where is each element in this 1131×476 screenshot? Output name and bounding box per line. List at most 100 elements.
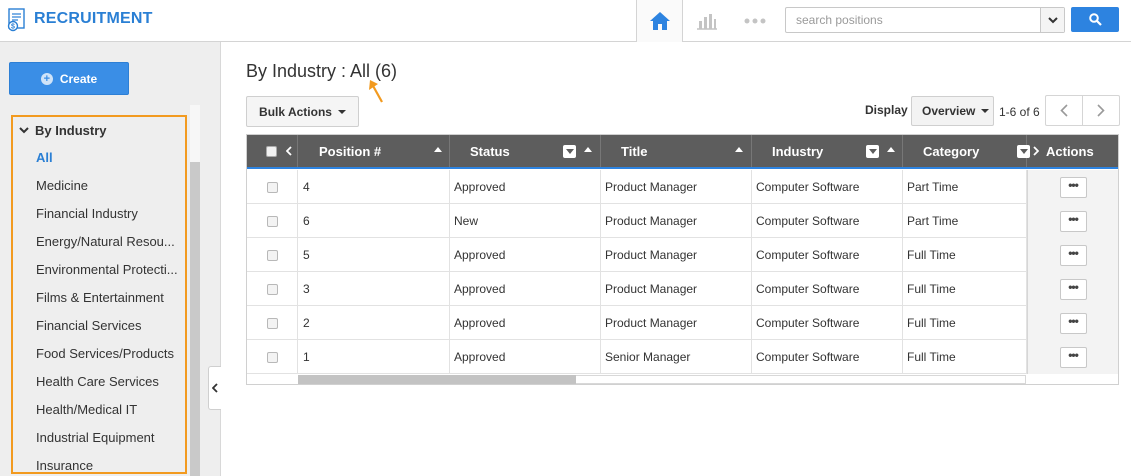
row-select-cell	[247, 170, 298, 204]
chevron-down-icon	[1047, 16, 1058, 23]
row-checkbox[interactable]	[266, 351, 278, 363]
caret-down-icon	[981, 109, 990, 113]
home-nav-button[interactable]	[636, 0, 683, 42]
position-cell: 5	[298, 238, 450, 272]
status-cell: New	[450, 204, 601, 238]
app-title: RECRUITMENT	[34, 10, 153, 27]
table-header: Position # Status Title Industry Categor…	[247, 135, 1118, 169]
create-button[interactable]: + Create	[9, 62, 129, 95]
paging-text: 1-6 of 6	[999, 105, 1040, 119]
industry-cell: Computer Software	[752, 306, 903, 340]
table-row[interactable]: 3 Approved Product Manager Computer Soft…	[247, 272, 1118, 306]
sidebar-item-financial-industry[interactable]: Financial Industry	[36, 206, 181, 221]
sidebar-item-films[interactable]: Films & Entertainment	[36, 290, 181, 305]
sidebar-item-insurance[interactable]: Insurance	[36, 458, 181, 472]
more-dots-icon	[744, 18, 766, 24]
filter-icon[interactable]	[563, 145, 576, 158]
sidebar-scrollbar-thumb[interactable]	[190, 162, 200, 476]
title-cell: Senior Manager	[601, 340, 752, 374]
row-checkbox[interactable]	[266, 249, 278, 261]
title-cell: Product Manager	[601, 272, 752, 306]
position-cell: 1	[298, 340, 450, 374]
search-button[interactable]	[1071, 7, 1119, 32]
industry-cell: Computer Software	[752, 238, 903, 272]
row-actions-button[interactable]: •••	[1059, 278, 1087, 300]
row-checkbox[interactable]	[266, 283, 278, 295]
sidebar-item-all[interactable]: All	[36, 150, 181, 165]
status-cell: Approved	[450, 340, 601, 374]
row-actions-button[interactable]: •••	[1059, 346, 1087, 368]
category-cell: Full Time	[903, 340, 1027, 374]
column-header-title[interactable]: Title	[601, 135, 752, 167]
status-cell: Approved	[450, 238, 601, 272]
table-row[interactable]: 6 New Product Manager Computer Software …	[247, 204, 1118, 238]
search-dropdown-button[interactable]	[1040, 8, 1064, 32]
actions-cell: •••	[1027, 170, 1118, 204]
row-actions-button[interactable]: •••	[1059, 210, 1087, 232]
reports-nav-button[interactable]	[683, 0, 731, 42]
industry-group-header[interactable]: By Industry	[19, 123, 107, 138]
sidebar-item-health-care[interactable]: Health Care Services	[36, 374, 181, 389]
search-input[interactable]	[786, 8, 1040, 32]
row-checkbox[interactable]	[266, 181, 278, 193]
collapse-sidebar-button[interactable]	[208, 366, 221, 410]
row-actions-button[interactable]: •••	[1059, 244, 1087, 266]
column-header-status[interactable]: Status	[450, 135, 601, 167]
sort-ascending-icon[interactable]	[434, 147, 442, 152]
row-select-cell	[247, 306, 298, 340]
column-header-position[interactable]: Position #	[298, 135, 450, 167]
sidebar-item-energy[interactable]: Energy/Natural Resou...	[36, 234, 181, 249]
industry-cell: Computer Software	[752, 340, 903, 374]
sidebar-item-health-medical-it[interactable]: Health/Medical IT	[36, 402, 181, 417]
row-checkbox[interactable]	[266, 215, 278, 227]
category-cell: Full Time	[903, 306, 1027, 340]
sidebar-item-financial-services[interactable]: Financial Services	[36, 318, 181, 333]
sort-ascending-icon[interactable]	[887, 147, 895, 152]
actions-cell: •••	[1027, 272, 1118, 306]
select-all-checkbox[interactable]	[266, 145, 277, 157]
filter-icon[interactable]	[866, 145, 879, 158]
next-page-button[interactable]	[1082, 95, 1120, 126]
display-select[interactable]: Overview	[911, 96, 994, 126]
chevron-right-icon[interactable]	[1033, 146, 1039, 156]
table-row[interactable]: 4 Approved Product Manager Computer Soft…	[247, 170, 1118, 204]
sidebar-item-industrial-equipment[interactable]: Industrial Equipment	[36, 430, 181, 445]
chevron-left-icon[interactable]	[286, 146, 292, 156]
row-select-cell	[247, 340, 298, 374]
row-select-cell	[247, 204, 298, 238]
column-header-industry[interactable]: Industry	[752, 135, 903, 167]
row-actions-button[interactable]: •••	[1059, 312, 1087, 334]
bulk-actions-button[interactable]: Bulk Actions	[246, 96, 359, 127]
actions-cell: •••	[1027, 340, 1118, 374]
sort-ascending-icon[interactable]	[584, 147, 592, 152]
industry-cell: Computer Software	[752, 170, 903, 204]
column-label-status: Status	[470, 143, 510, 159]
position-cell: 3	[298, 272, 450, 306]
title-cell: Product Manager	[601, 238, 752, 272]
column-label-title: Title	[621, 143, 648, 159]
title-cell: Product Manager	[601, 204, 752, 238]
row-checkbox[interactable]	[266, 317, 278, 329]
recruitment-logo-icon: $	[7, 8, 25, 32]
more-nav-button[interactable]	[731, 0, 779, 42]
sidebar-item-food-services[interactable]: Food Services/Products	[36, 346, 181, 361]
status-cell: Approved	[450, 170, 601, 204]
position-cell: 2	[298, 306, 450, 340]
table-row[interactable]: 5 Approved Product Manager Computer Soft…	[247, 238, 1118, 272]
previous-page-button[interactable]	[1045, 95, 1083, 126]
table-horizontal-scrollbar-thumb[interactable]	[298, 375, 576, 384]
chevron-right-icon	[1097, 104, 1105, 117]
sidebar: + Create By Industry All Medicine Financ…	[0, 42, 221, 476]
column-label-position: Position #	[319, 143, 382, 159]
table-row[interactable]: 1 Approved Senior Manager Computer Softw…	[247, 340, 1118, 374]
table-row[interactable]: 2 Approved Product Manager Computer Soft…	[247, 306, 1118, 340]
sidebar-item-environmental[interactable]: Environmental Protecti...	[36, 262, 181, 277]
bulk-actions-label: Bulk Actions	[259, 104, 332, 119]
sort-ascending-icon[interactable]	[735, 147, 743, 152]
row-select-cell	[247, 238, 298, 272]
sidebar-item-medicine[interactable]: Medicine	[36, 178, 181, 193]
column-header-category[interactable]: Category	[903, 135, 1030, 167]
row-actions-button[interactable]: •••	[1059, 176, 1087, 198]
column-header-actions: Actions	[1027, 135, 1118, 167]
position-cell: 6	[298, 204, 450, 238]
